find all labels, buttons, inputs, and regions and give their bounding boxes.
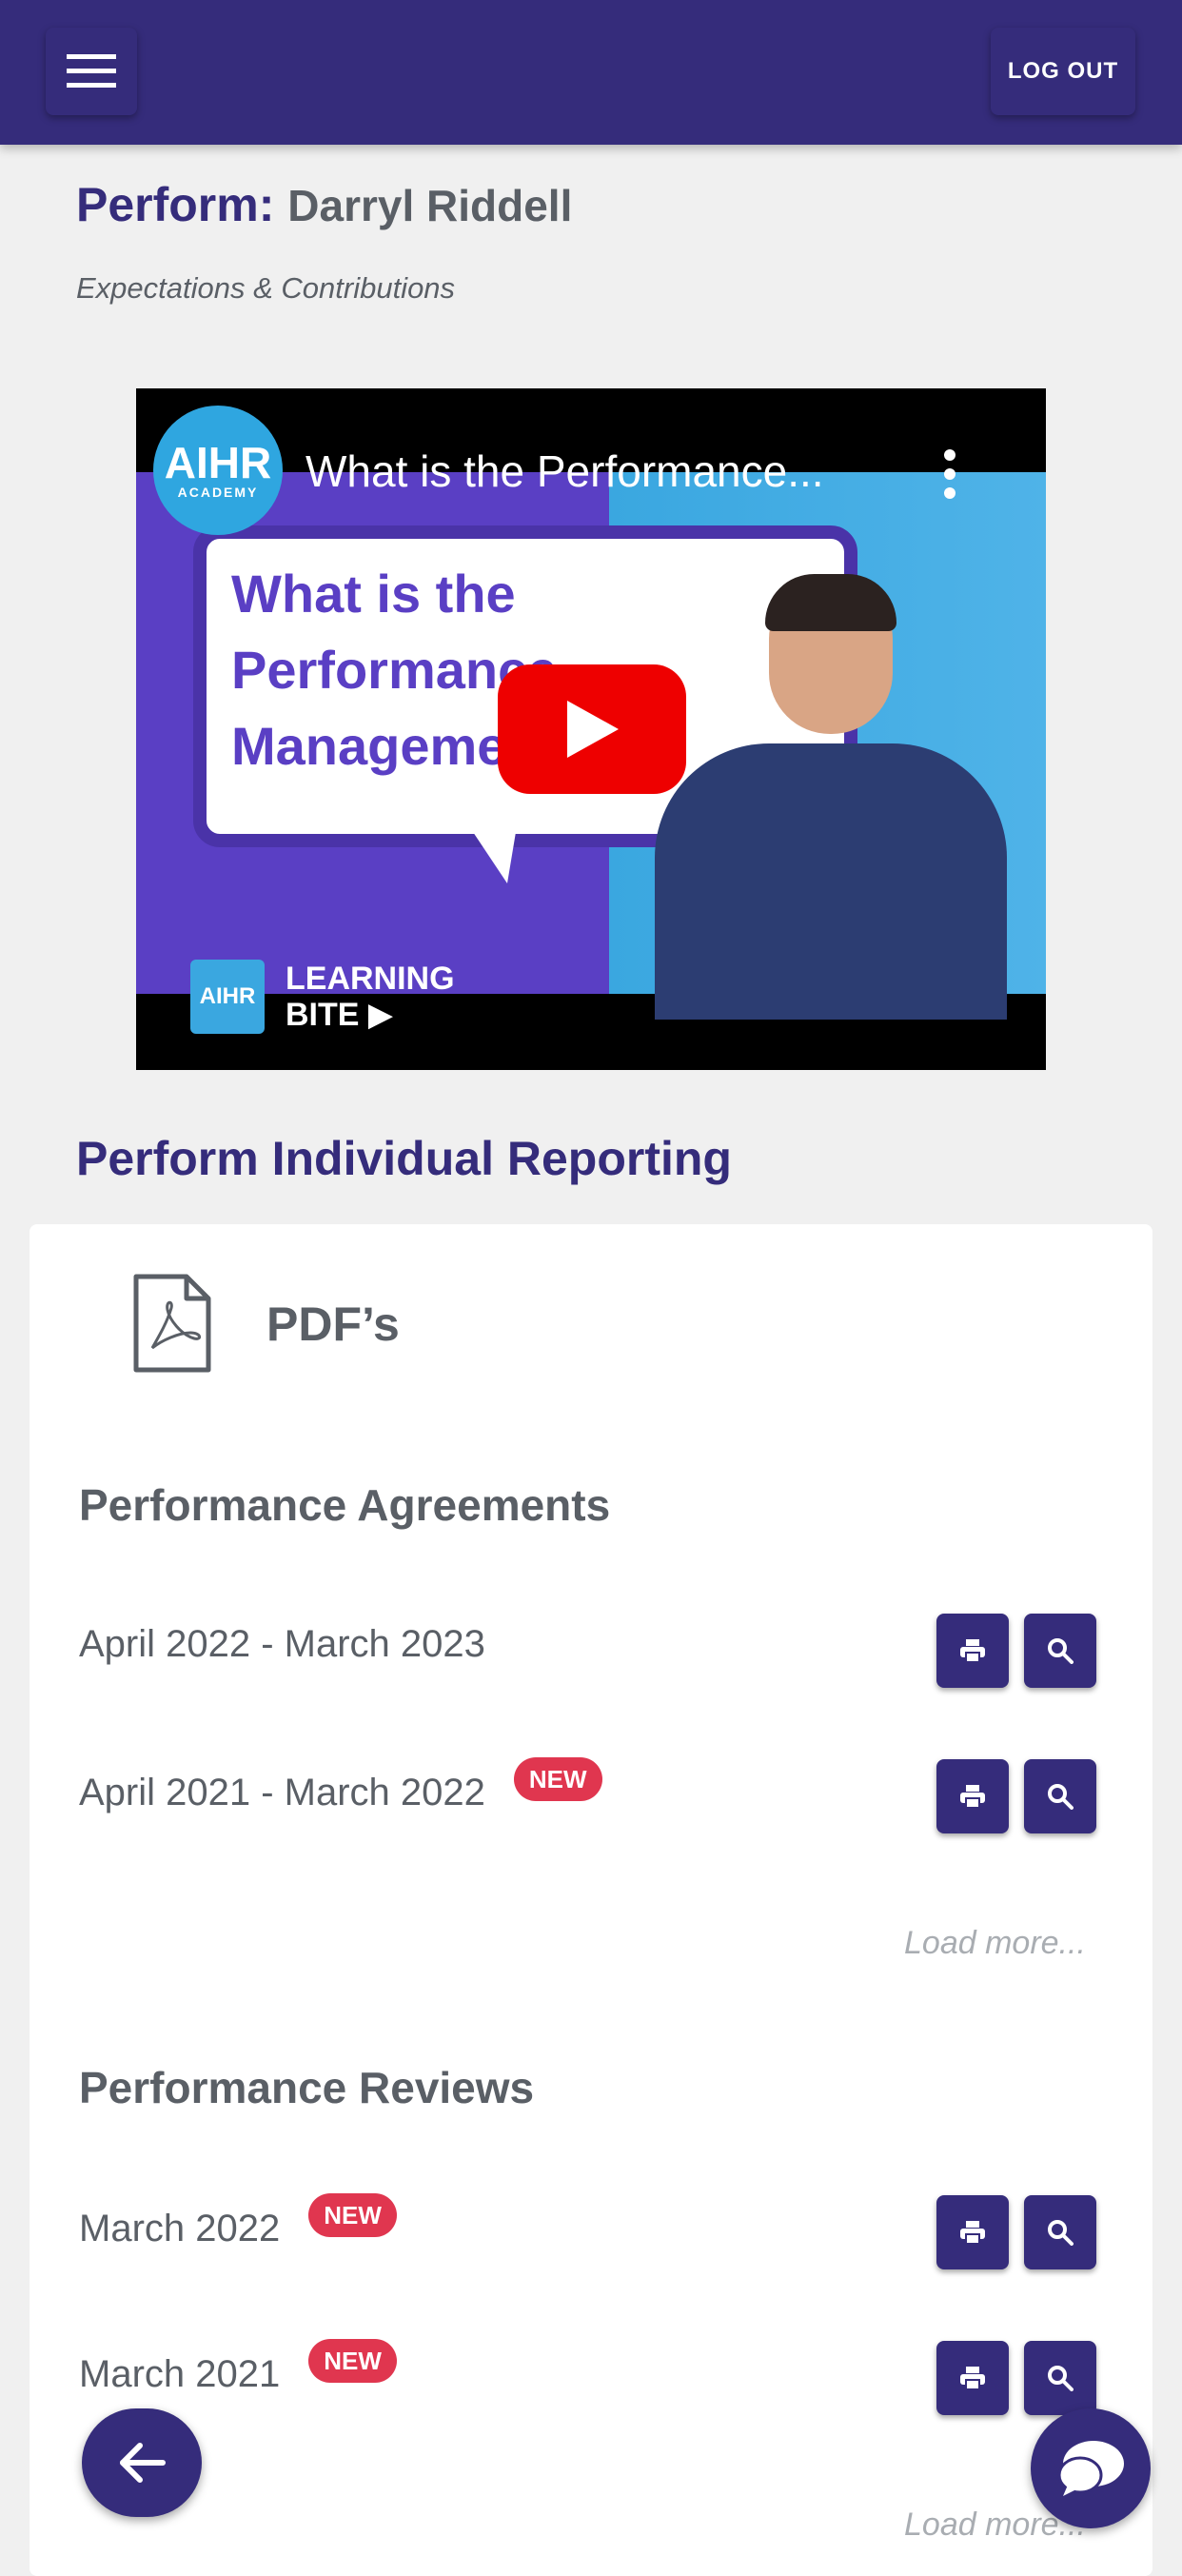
aihr-small-logo: AIHR: [190, 960, 265, 1034]
section-title: Perform Individual Reporting: [76, 1132, 732, 1185]
print-icon: [960, 1639, 985, 1663]
search-icon: [1048, 1784, 1074, 1810]
new-badge: NEW: [513, 1757, 602, 1801]
thumbnail-headline-line1: What is the: [231, 564, 516, 624]
video-player[interactable]: What is the Performance Manageme e? AIHR…: [136, 388, 1046, 1070]
play-button[interactable]: [498, 664, 686, 794]
page-subtitle: Expectations & Contributions: [76, 271, 456, 305]
play-icon: [567, 701, 619, 758]
new-badge: NEW: [308, 2339, 397, 2383]
channel-logo-text: AIHR: [164, 438, 272, 487]
chat-bubble-icon: [1057, 2441, 1124, 2496]
review-period: March 2022: [79, 2207, 281, 2249]
view-button[interactable]: [1024, 1614, 1096, 1688]
learning-line1: LEARNING: [286, 961, 455, 997]
agreement-row-label: April 2022 - March 2023: [79, 1623, 485, 1666]
reviews-title: Performance Reviews: [79, 2063, 535, 2112]
view-button[interactable]: [1024, 1759, 1096, 1833]
pdf-heading: PDF’s: [266, 1298, 400, 1351]
print-icon: [960, 2367, 985, 2390]
pdf-file-icon: [133, 1274, 211, 1373]
search-icon: [1048, 1638, 1074, 1664]
learning-bite-text: LEARNING BITE ▶: [286, 961, 455, 1033]
agreement-period: April 2021 - March 2022: [79, 1771, 485, 1813]
learning-line2: BITE ▶: [286, 997, 394, 1033]
review-row-label: March 2021 NEW: [79, 2339, 397, 2396]
load-more-agreements[interactable]: Load more...: [904, 1925, 1086, 1962]
channel-logo[interactable]: AIHR ACADEMY: [153, 406, 283, 535]
top-app-bar: LOG OUT: [0, 0, 1182, 145]
arrow-left-icon: [120, 2443, 166, 2483]
more-options-icon[interactable]: [936, 446, 964, 503]
print-button[interactable]: [936, 2195, 1009, 2269]
search-icon: [1048, 2366, 1074, 2391]
view-button[interactable]: [1024, 2341, 1096, 2415]
review-period: March 2021: [79, 2352, 281, 2395]
new-badge: NEW: [308, 2193, 397, 2237]
presenter-hair: [765, 574, 896, 631]
page-title-prefix: Perform:: [76, 178, 275, 231]
presenter-image: [655, 574, 1007, 1020]
video-title[interactable]: What is the Performance...: [305, 446, 824, 497]
agreement-row-label: April 2021 - March 2022 NEW: [79, 1757, 602, 1814]
print-icon: [960, 2221, 985, 2245]
speech-bubble-tail: [469, 826, 517, 883]
page-title: Perform: Darryl Riddell: [76, 177, 572, 232]
chat-button[interactable]: [1031, 2408, 1151, 2528]
employee-name: Darryl Riddell: [287, 181, 573, 230]
learning-bite-logo: AIHR LEARNING BITE ▶: [190, 960, 455, 1034]
agreements-title: Performance Agreements: [79, 1480, 611, 1530]
print-button[interactable]: [936, 1759, 1009, 1833]
print-button[interactable]: [936, 2341, 1009, 2415]
menu-button[interactable]: [46, 28, 137, 115]
hamburger-icon: [67, 54, 116, 88]
logout-button[interactable]: LOG OUT: [991, 28, 1135, 115]
presenter-body: [655, 743, 1007, 1020]
review-row-label: March 2022 NEW: [79, 2193, 397, 2250]
print-icon: [960, 1785, 985, 1809]
back-button[interactable]: [82, 2408, 202, 2517]
agreement-period: April 2022 - March 2023: [79, 1623, 485, 1665]
view-button[interactable]: [1024, 2195, 1096, 2269]
print-button[interactable]: [936, 1614, 1009, 1688]
channel-logo-subtext: ACADEMY: [177, 485, 259, 500]
search-icon: [1048, 2220, 1074, 2246]
